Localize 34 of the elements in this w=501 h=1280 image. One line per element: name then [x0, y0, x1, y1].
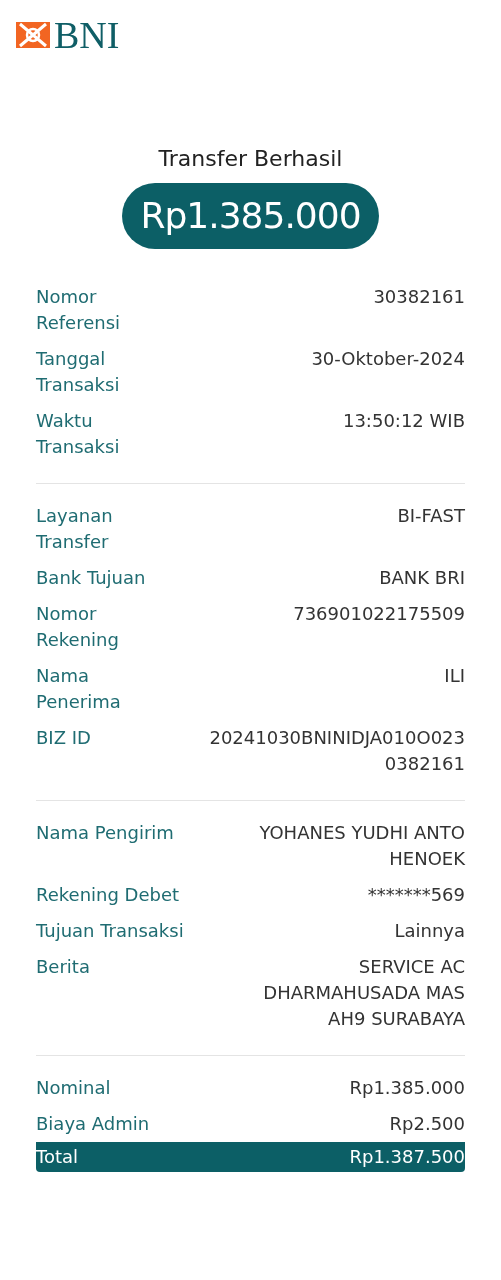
detail-value: *******569	[367, 883, 465, 907]
detail-label: Rekening Debet	[36, 883, 181, 907]
amount-badge: Rp1.385.000	[122, 183, 379, 249]
detail-label: Tanggal Transaksi	[36, 347, 121, 397]
detail-value: 736901022175509	[293, 602, 465, 626]
detail-label: Waktu Transaksi	[36, 409, 121, 459]
page-title: Transfer Berhasil	[158, 145, 343, 173]
detail-value: 20241030BNINIDJA010O0230382161	[208, 726, 465, 776]
detail-value: YOHANES YUDHI ANTO HENOEK	[258, 821, 465, 871]
detail-label: Total	[36, 1145, 80, 1169]
detail-value: 30382161	[373, 285, 465, 309]
detail-label: Biaya Admin	[36, 1112, 151, 1136]
detail-label: Tujuan Transaksi	[36, 919, 185, 943]
detail-value: 13:50:12 WIB	[342, 409, 465, 433]
detail-label: Nomor Referensi	[36, 285, 122, 335]
detail-value: Lainnya	[394, 919, 465, 943]
detail-label: Berita	[36, 955, 91, 979]
detail-value: Rp2.500	[389, 1112, 465, 1136]
detail-label: Nominal	[36, 1076, 112, 1100]
detail-label: Bank Tujuan	[36, 566, 147, 590]
detail-label: Nama Pengirim	[36, 821, 175, 845]
detail-label: BIZ ID	[36, 726, 92, 750]
logo-icon	[16, 20, 50, 50]
detail-label: Layanan Transfer	[36, 504, 114, 554]
detail-value: BANK BRI	[379, 566, 465, 590]
detail-value: ILI	[444, 664, 465, 688]
detail-value: Rp1.385.000	[349, 1076, 465, 1100]
detail-value: SERVICE AC DHARMAHUSADA MAS AH9 SURABAYA	[262, 955, 465, 1031]
detail-value: BI-FAST	[397, 504, 465, 528]
detail-label: Nama Penerima	[36, 664, 122, 714]
detail-value: Rp1.387.500	[349, 1145, 465, 1169]
detail-value: 30-Oktober-2024	[311, 347, 465, 371]
detail-label: Nomor Rekening	[36, 602, 120, 652]
logo-text: BNI	[54, 16, 120, 54]
